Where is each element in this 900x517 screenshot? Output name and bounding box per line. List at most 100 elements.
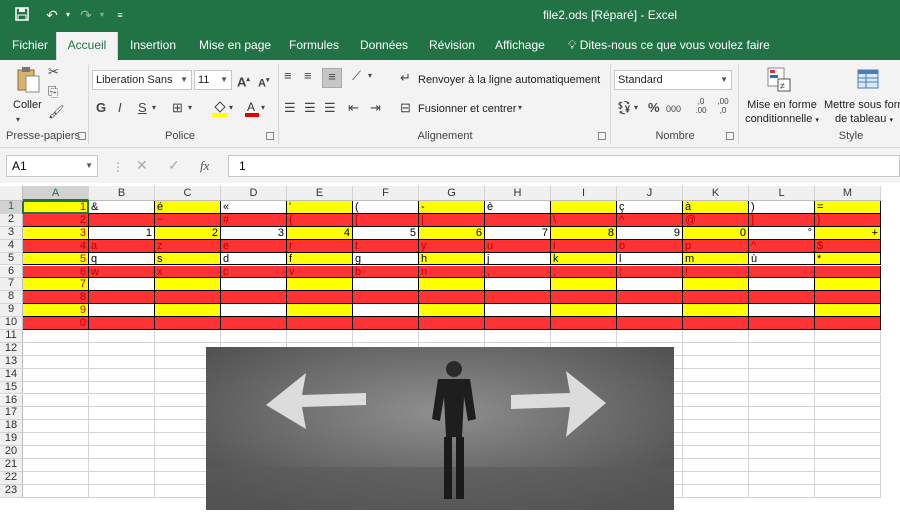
cell-c10[interactable]: [155, 317, 221, 330]
cell-a7[interactable]: 7: [23, 278, 89, 292]
cell-a15[interactable]: [23, 381, 89, 395]
cell-j8[interactable]: [617, 291, 683, 305]
cell-b2[interactable]: [89, 213, 155, 227]
cell-k20[interactable]: [683, 446, 749, 459]
cell-j1[interactable]: ç: [617, 201, 683, 214]
accounting-dropdown-icon[interactable]: ▾: [634, 100, 638, 116]
cell-k21[interactable]: [683, 459, 749, 472]
cell-m21[interactable]: [815, 459, 881, 472]
column-header-m[interactable]: M: [815, 186, 881, 201]
merge-dropdown-icon[interactable]: ▾: [518, 100, 522, 116]
number-dialog-launcher-icon[interactable]: [726, 132, 734, 140]
bold-button[interactable]: G: [96, 100, 106, 116]
accounting-format-icon[interactable]: 💱︎: [616, 100, 633, 116]
column-header-c[interactable]: C: [155, 186, 221, 201]
row-header-4[interactable]: 4: [0, 239, 23, 253]
cell-c8[interactable]: [155, 291, 221, 305]
cell-k7[interactable]: [683, 278, 749, 292]
row-header-2[interactable]: 2: [0, 213, 23, 227]
cell-h11[interactable]: [485, 330, 551, 343]
cell-k13[interactable]: [683, 355, 749, 369]
cell-h10[interactable]: [485, 317, 551, 330]
cell-m10[interactable]: [815, 317, 881, 330]
cell-a3[interactable]: 3: [23, 226, 89, 240]
cell-m2[interactable]: }: [815, 213, 881, 227]
cell-m19[interactable]: [815, 433, 881, 447]
cell-f10[interactable]: [353, 317, 419, 330]
cell-f4[interactable]: t: [353, 239, 419, 253]
cell-l16[interactable]: [749, 394, 815, 408]
cell-i5[interactable]: k: [551, 252, 617, 266]
cell-c9[interactable]: [155, 304, 221, 318]
cell-c3[interactable]: 2: [155, 226, 221, 240]
cell-g10[interactable]: [419, 317, 485, 330]
cell-f7[interactable]: [353, 278, 419, 292]
cell-d5[interactable]: d: [221, 252, 287, 266]
cell-g7[interactable]: [419, 278, 485, 292]
row-header-14[interactable]: 14: [0, 368, 23, 382]
cell-m4[interactable]: $: [815, 239, 881, 253]
cell-m17[interactable]: [815, 407, 881, 421]
cell-k15[interactable]: [683, 381, 749, 395]
cell-a20[interactable]: [23, 446, 89, 459]
cell-g1[interactable]: -: [419, 201, 485, 214]
cell-b8[interactable]: [89, 291, 155, 305]
cell-b1[interactable]: &: [89, 201, 155, 214]
cell-d2[interactable]: #: [221, 213, 287, 227]
cell-b6[interactable]: w: [89, 265, 155, 279]
number-format-combo[interactable]: Standard ▼: [614, 70, 732, 90]
cell-k4[interactable]: p: [683, 239, 749, 253]
cell-a9[interactable]: 9: [23, 304, 89, 318]
tab-mise-en-page[interactable]: Mise en page: [193, 32, 277, 60]
row-header-23[interactable]: 23: [0, 484, 23, 498]
cell-j9[interactable]: [617, 304, 683, 318]
orientation-icon[interactable]: ⟋: [352, 68, 361, 84]
cell-a10[interactable]: 0: [23, 317, 89, 330]
cell-b13[interactable]: [89, 355, 155, 369]
cell-h9[interactable]: [485, 304, 551, 318]
cell-k10[interactable]: [683, 317, 749, 330]
cell-d11[interactable]: [221, 330, 287, 343]
row-header-15[interactable]: 15: [0, 381, 23, 395]
cell-l6[interactable]: [749, 265, 815, 279]
cell-k16[interactable]: [683, 394, 749, 408]
cell-g3[interactable]: 6: [419, 226, 485, 240]
fill-color-icon[interactable]: [212, 99, 228, 121]
decrease-indent-icon[interactable]: ⇤: [348, 100, 359, 116]
align-center-icon[interactable]: ☰: [304, 100, 316, 116]
cell-e9[interactable]: [287, 304, 353, 318]
cell-a6[interactable]: 6: [23, 265, 89, 279]
row-header-12[interactable]: 12: [0, 342, 23, 356]
cell-a4[interactable]: 4: [23, 239, 89, 253]
cell-i6[interactable]: ;: [551, 265, 617, 279]
cell-d4[interactable]: e: [221, 239, 287, 253]
cell-l20[interactable]: [749, 446, 815, 459]
increase-indent-icon[interactable]: ⇥: [370, 100, 381, 116]
cell-d1[interactable]: «: [221, 201, 287, 214]
cell-b12[interactable]: [89, 342, 155, 356]
tab-donnees[interactable]: Données: [354, 32, 414, 60]
cell-f3[interactable]: 5: [353, 226, 419, 240]
cell-c1[interactable]: é: [155, 201, 221, 214]
cell-d7[interactable]: [221, 278, 287, 292]
format-as-table-button[interactable]: Mettre sous forme de tableau ▾: [824, 98, 900, 128]
cell-f1[interactable]: (: [353, 201, 419, 214]
align-bottom-icon[interactable]: ≡: [322, 68, 342, 88]
borders-dropdown-icon[interactable]: ▾: [188, 100, 192, 116]
cell-f8[interactable]: [353, 291, 419, 305]
cell-a17[interactable]: [23, 407, 89, 421]
cell-d3[interactable]: 3: [221, 226, 287, 240]
italic-button[interactable]: I: [118, 100, 122, 116]
cell-l8[interactable]: [749, 291, 815, 305]
column-header-b[interactable]: B: [89, 186, 155, 201]
alignment-dialog-launcher-icon[interactable]: [598, 132, 606, 140]
cell-h5[interactable]: j: [485, 252, 551, 266]
formula-input[interactable]: 1: [228, 155, 900, 177]
column-header-e[interactable]: E: [287, 186, 353, 201]
font-dialog-launcher-icon[interactable]: [266, 132, 274, 140]
cell-b3[interactable]: 1: [89, 226, 155, 240]
cell-e7[interactable]: [287, 278, 353, 292]
cell-g9[interactable]: [419, 304, 485, 318]
cell-e8[interactable]: [287, 291, 353, 305]
cell-g6[interactable]: n: [419, 265, 485, 279]
